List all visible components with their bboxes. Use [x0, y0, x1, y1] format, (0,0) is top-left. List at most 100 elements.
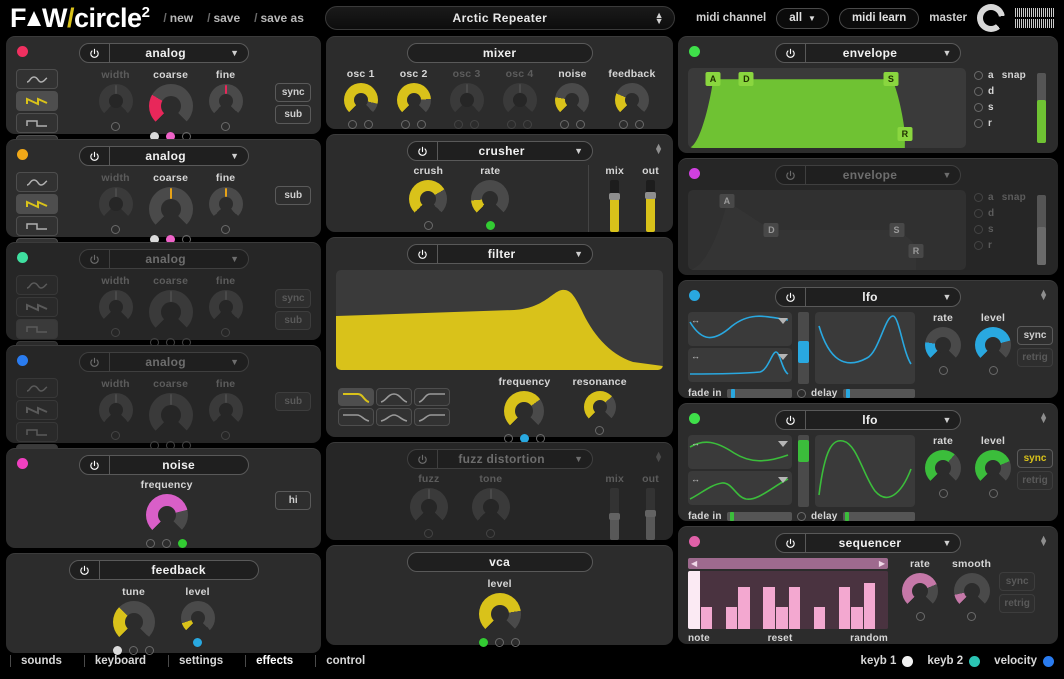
mod-dot[interactable]	[559, 120, 569, 129]
noise-hi-button[interactable]: hi	[275, 491, 312, 510]
crusher-out-fader[interactable]	[645, 180, 657, 232]
bottom-nav-control[interactable]: control	[315, 655, 387, 667]
mixer-channel-knob[interactable]	[449, 83, 484, 117]
lfo-delay-slider[interactable]	[842, 512, 915, 521]
fader-cap[interactable]	[645, 191, 657, 199]
envelope-target-dot[interactable]	[974, 119, 983, 128]
waveform-saw-button[interactable]	[16, 91, 58, 111]
waveform-square-button[interactable]	[16, 319, 58, 339]
oscillator-type-select-1[interactable]: analog ▼	[78, 43, 249, 63]
mod-dot[interactable]	[938, 366, 948, 375]
envelope-handle-r[interactable]: R	[908, 243, 924, 258]
mod-dot[interactable]	[221, 431, 231, 440]
sequencer-step[interactable]	[763, 571, 775, 629]
chevron-down-icon[interactable]: ▼	[222, 151, 248, 161]
mixer-title[interactable]: mixer	[406, 43, 593, 63]
fuzz-out-fader[interactable]	[645, 488, 657, 540]
chevron-down-icon[interactable]: ▼	[566, 454, 592, 464]
oscillator-fine-knob-2[interactable]	[208, 187, 243, 221]
mod-dot[interactable]	[111, 431, 121, 440]
mod-dot[interactable]	[938, 489, 948, 498]
mixer-channel-knob[interactable]	[343, 83, 378, 117]
sequencer-steps[interactable]	[688, 571, 888, 629]
sequencer-step[interactable]	[775, 571, 788, 629]
waveform-sine-button[interactable]	[16, 378, 58, 398]
noise-frequency-knob[interactable]	[145, 494, 188, 536]
sequencer-footer-label[interactable]: reset	[768, 633, 793, 644]
sequencer-select[interactable]: sequencer ▼	[775, 533, 961, 553]
mod-dot[interactable]	[111, 122, 121, 131]
envelope-target-r[interactable]: r	[974, 118, 1026, 129]
envelope-select-1[interactable]: envelope ▼	[775, 43, 961, 63]
filter-resonance-knob[interactable]	[583, 391, 616, 423]
mixer-channel-knob[interactable]	[614, 83, 649, 117]
mod-dot[interactable]	[595, 426, 605, 435]
feedback-title[interactable]: feedback	[68, 560, 259, 580]
lfo-delay-slider[interactable]	[842, 389, 915, 398]
bottom-nav-settings[interactable]: settings	[168, 655, 245, 667]
fuzz-spinner-icon[interactable]: ▲ ▼	[654, 450, 663, 464]
chevron-down-icon[interactable]: ▼	[934, 48, 960, 58]
sequencer-step[interactable]	[713, 571, 725, 629]
lfo-rate-knob-1[interactable]	[925, 327, 961, 363]
mod-dot[interactable]	[145, 646, 155, 655]
crusher-mix-fader[interactable]	[609, 180, 621, 232]
mod-dot[interactable]	[915, 612, 925, 621]
lfo-fade-mod-dot[interactable]	[797, 389, 806, 398]
envelope-target-a[interactable]: a snap	[974, 70, 1026, 81]
oscillator-sub-button-1[interactable]: sub	[275, 105, 312, 124]
envelope-target-dot[interactable]	[974, 193, 983, 202]
filter-type-lowpass-24-button[interactable]	[338, 388, 375, 406]
envelope-handle-d[interactable]: D	[763, 223, 779, 237]
sequencer-step[interactable]	[688, 571, 700, 629]
envelope-target-d[interactable]: d	[974, 208, 1026, 219]
sequencer-step[interactable]	[700, 571, 713, 629]
sequencer-step[interactable]	[788, 571, 801, 629]
waveform-square-button[interactable]	[16, 113, 58, 133]
filter-type-select[interactable]: filter ▼	[406, 244, 593, 264]
fuzz-mix-fader[interactable]	[609, 488, 621, 540]
mod-dot[interactable]	[129, 646, 139, 655]
waveform-sine-button[interactable]	[16, 172, 58, 192]
lfo-select-1[interactable]: lfo ▼	[775, 287, 961, 307]
power-icon[interactable]	[408, 450, 438, 468]
lfo-rate-knob-2[interactable]	[925, 450, 961, 486]
oscillator-fine-knob-3[interactable]	[208, 290, 243, 324]
mod-dot[interactable]	[193, 638, 203, 647]
oscillator-sync-button-3[interactable]: sync	[275, 289, 312, 308]
lfo-sync-button-2[interactable]: sync	[1017, 449, 1053, 468]
mod-dot[interactable]	[511, 638, 521, 647]
envelope-target-dot[interactable]	[974, 87, 983, 96]
oscillator-coarse-knob-2[interactable]	[148, 187, 193, 231]
filter-type-bandpass-12-button[interactable]	[376, 408, 413, 426]
oscillator-width-knob-1[interactable]	[98, 84, 133, 118]
oscillator-coarse-knob-1[interactable]	[148, 84, 193, 128]
envelope-target-dot[interactable]	[974, 209, 983, 218]
oscillator-type-select-3[interactable]: analog ▼	[78, 249, 249, 269]
power-icon[interactable]	[776, 288, 806, 306]
mod-dot[interactable]	[454, 120, 464, 129]
sequencer-step[interactable]	[838, 571, 851, 629]
lfo-retrig-button-2[interactable]: retrig	[1017, 471, 1053, 490]
mod-dot[interactable]	[348, 120, 358, 129]
waveform-saw-button[interactable]	[16, 194, 58, 214]
lfo-retrig-button-1[interactable]: retrig	[1017, 348, 1053, 367]
mod-dot[interactable]	[424, 529, 434, 538]
indicator-dot[interactable]	[969, 655, 981, 667]
fader-cap[interactable]	[609, 192, 621, 200]
envelope-handle-s[interactable]: S	[883, 72, 899, 87]
mod-dot[interactable]	[470, 120, 480, 129]
mod-dot[interactable]	[485, 221, 495, 230]
mixer-channel-knob[interactable]	[555, 83, 590, 117]
oscillator-fine-knob-4[interactable]	[208, 393, 243, 427]
envelope-target-dot[interactable]	[974, 241, 983, 250]
mod-dot[interactable]	[988, 489, 998, 498]
sequencer-step[interactable]	[851, 571, 863, 629]
mod-dot[interactable]	[507, 120, 517, 129]
lfo-shape-2-select[interactable]: ↔	[688, 348, 792, 382]
envelope-select-2[interactable]: envelope ▼	[775, 165, 961, 185]
waveform-square-button[interactable]	[16, 422, 58, 442]
oscillator-sub-button-4[interactable]: sub	[275, 392, 312, 411]
oscillator-sub-button-3[interactable]: sub	[275, 311, 312, 330]
fuzz-tone-knob[interactable]	[471, 488, 510, 526]
